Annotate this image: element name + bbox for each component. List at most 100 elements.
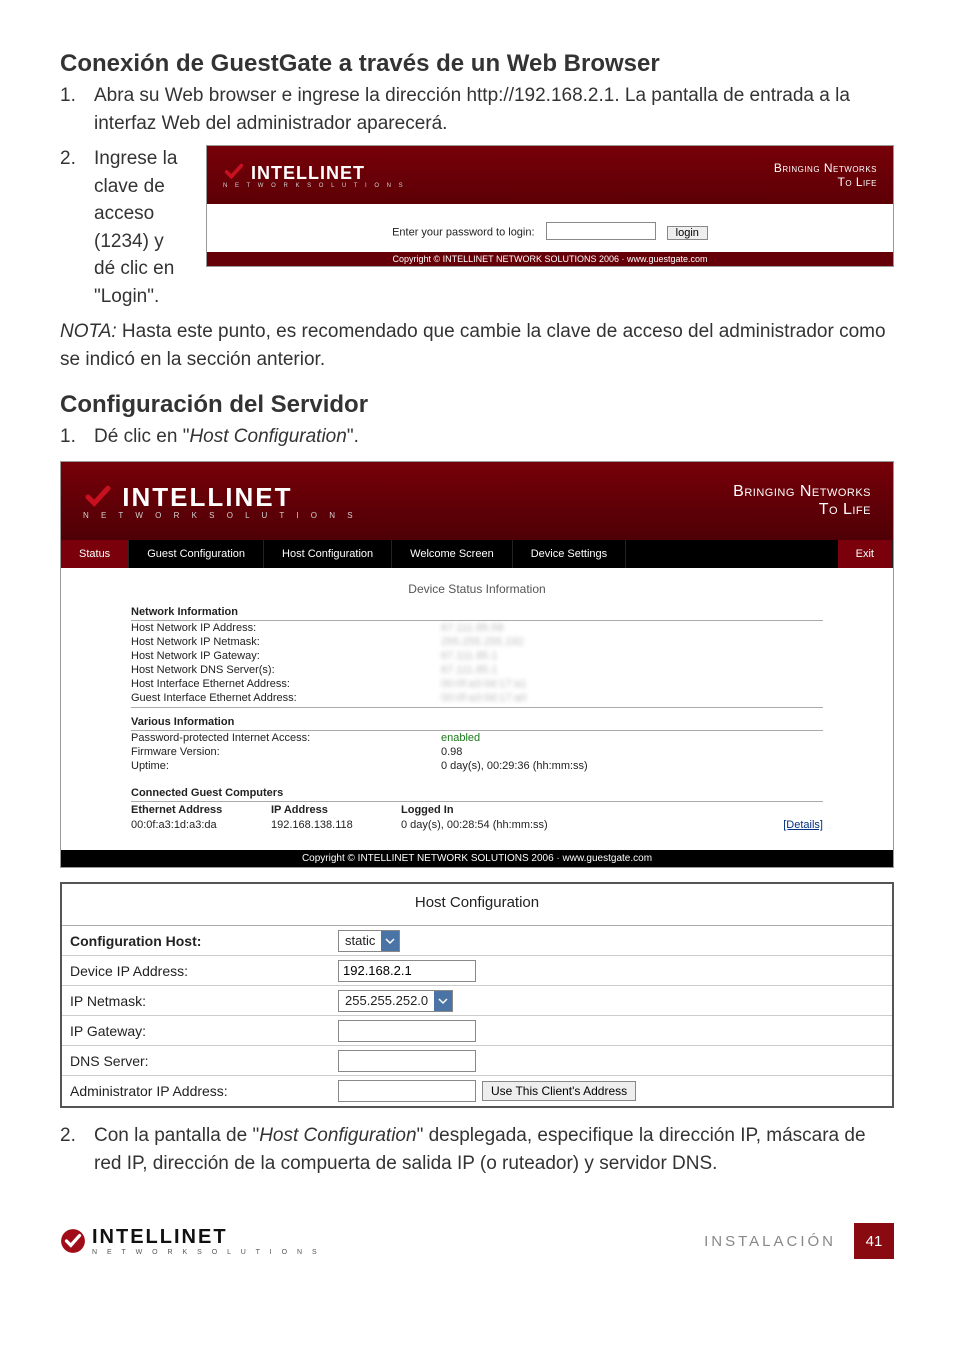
guests-heading: Connected Guest Computers [131, 787, 283, 799]
network-info-heading: Network Information [131, 606, 823, 621]
label-guest-eth: Guest Interface Ethernet Address: [131, 692, 441, 704]
value-host-dns: 67.111.85.1 [441, 664, 823, 676]
svr-step2-italic: Host Configuration [259, 1125, 416, 1146]
footer-logo: INTELLINET N E T W O R K S O L U T I O N… [60, 1226, 321, 1256]
footer-brand-text: INTELLINET [92, 1226, 228, 1248]
step2-number: 2. [60, 145, 94, 173]
step2-text: Ingrese la clave de acceso (1234) y dé c… [94, 145, 188, 310]
value-uptime: 0 day(s), 00:29:36 (hh:mm:ss) [441, 760, 823, 772]
slogan-line1-large: Bringing Networks [733, 483, 871, 500]
copyright-bar-2: Copyright © INTELLINET NETWORK SOLUTIONS… [61, 850, 893, 867]
use-client-address-button[interactable]: Use This Client's Address [482, 1081, 636, 1101]
slogan-line2: To Life [837, 175, 877, 189]
select-ip-netmask-value: 255.255.252.0 [339, 993, 434, 1008]
label-dns-server: DNS Server: [70, 1053, 338, 1069]
panel-title: Device Status Information [131, 582, 823, 596]
guest-eth: 00:0f:a3:1d:a3:da [131, 819, 271, 831]
note-text: Hasta este punto, es recomendado que cam… [60, 321, 886, 370]
select-ip-netmask[interactable]: 255.255.252.0 [338, 990, 453, 1012]
details-link[interactable]: [Details] [783, 819, 823, 831]
brand-subtext: N E T W O R K S O L U T I O N S [223, 183, 406, 189]
tab-guest-config[interactable]: Guest Configuration [129, 540, 264, 568]
server-step1-text: Dé clic en "Host Configuration". [94, 423, 894, 451]
value-host-netmask: 255.255.255.192 [441, 636, 823, 648]
tab-status[interactable]: Status [61, 540, 129, 568]
label-pwd-access: Password-protected Internet Access: [131, 732, 441, 744]
step2-text-span: Ingrese la clave de acceso (1234) y dé c… [94, 148, 177, 307]
checkmark-icon [83, 482, 113, 512]
input-ip-gateway[interactable] [338, 1020, 476, 1042]
note-label: NOTA: [60, 321, 117, 342]
slogan-line1: Bringing Networks [774, 161, 877, 175]
label-host-ip: Host Network IP Address: [131, 622, 441, 634]
svr-step1-a: Dé clic en " [94, 426, 189, 447]
label-device-ip: Device IP Address: [70, 963, 338, 979]
col-logged-in: Logged In [401, 804, 753, 816]
brand-text: INTELLINET [251, 163, 365, 183]
brand-logo: INTELLINET N E T W O R K S O L U T I O N… [223, 161, 406, 189]
login-button[interactable]: login [667, 226, 708, 240]
svr-step1-b: ". [347, 426, 359, 447]
label-config-host: Configuration Host: [70, 933, 338, 949]
input-admin-ip[interactable] [338, 1080, 476, 1102]
footer-section-label: INSTALACIÓN [704, 1233, 836, 1250]
step1-number: 1. [60, 82, 94, 110]
guest-logged: 0 day(s), 00:28:54 (hh:mm:ss) [401, 819, 753, 831]
page-number: 41 [854, 1223, 894, 1259]
value-pwd-access: enabled [441, 732, 823, 744]
select-config-host-value: static [339, 933, 381, 948]
server-step1-number: 1. [60, 423, 94, 451]
label-host-netmask: Host Network IP Netmask: [131, 636, 441, 648]
label-host-eth: Host Interface Ethernet Address: [131, 678, 441, 690]
slogan-line2-large: To Life [819, 501, 871, 518]
brand-slogan: Bringing Networks To Life [774, 161, 877, 189]
input-dns-server[interactable] [338, 1050, 476, 1072]
password-input[interactable] [546, 222, 656, 240]
select-config-host[interactable]: static [338, 930, 400, 952]
input-device-ip[interactable] [338, 960, 476, 982]
value-guest-eth: 00:0f:a3:0d:17:a0 [441, 692, 823, 704]
login-prompt: Enter your password to login: [392, 227, 534, 239]
host-config-title: Host Configuration [62, 884, 892, 926]
label-firmware: Firmware Version: [131, 746, 441, 758]
chevron-down-icon [434, 991, 452, 1011]
checkmark-icon [223, 161, 245, 183]
brand-text-large: INTELLINET [122, 482, 292, 512]
tab-host-config[interactable]: Host Configuration [264, 540, 392, 568]
label-host-dns: Host Network DNS Server(s): [131, 664, 441, 676]
value-host-eth: 00:0f:a3:0d:17:a1 [441, 678, 823, 690]
brand-slogan-large: Bringing Networks To Life [733, 483, 871, 519]
various-info-heading: Various Information [131, 716, 823, 731]
status-screenshot: INTELLINET N E T W O R K S O L U T I O N… [60, 461, 894, 868]
svr-step2-a: Con la pantalla de " [94, 1125, 259, 1146]
login-screenshot: INTELLINET N E T W O R K S O L U T I O N… [206, 145, 894, 267]
brand-logo-large: INTELLINET N E T W O R K S O L U T I O N… [83, 482, 358, 520]
value-host-ip: 67.111.85.58 [441, 622, 823, 634]
label-uptime: Uptime: [131, 760, 441, 772]
server-step2-number: 2. [60, 1122, 94, 1150]
step1-text: Abra su Web browser e ingrese la direcci… [94, 82, 894, 137]
heading-server-config: Configuración del Servidor [60, 391, 894, 419]
label-ip-netmask: IP Netmask: [70, 993, 338, 1009]
svr-step1-italic: Host Configuration [189, 426, 346, 447]
tab-spacer [626, 540, 838, 568]
tab-welcome-screen[interactable]: Welcome Screen [392, 540, 513, 568]
chevron-down-icon [381, 931, 399, 951]
guest-row: 00:0f:a3:1d:a3:da 192.168.138.118 0 day(… [131, 818, 823, 832]
label-admin-ip: Administrator IP Address: [70, 1083, 338, 1099]
label-host-gateway: Host Network IP Gateway: [131, 650, 441, 662]
checkmark-icon [60, 1228, 86, 1254]
tab-exit[interactable]: Exit [838, 540, 893, 568]
brand-subtext-large: N E T W O R K S O L U T I O N S [83, 512, 358, 520]
footer-brand-subtext: N E T W O R K S O L U T I O N S [92, 1249, 321, 1256]
col-eth-addr: Ethernet Address [131, 804, 271, 816]
value-firmware: 0.98 [441, 746, 823, 758]
tab-device-settings[interactable]: Device Settings [513, 540, 626, 568]
server-step2-text: Con la pantalla de "Host Configuration" … [94, 1122, 894, 1177]
label-ip-gateway: IP Gateway: [70, 1023, 338, 1039]
copyright-bar: Copyright © INTELLINET NETWORK SOLUTIONS… [207, 252, 893, 266]
value-host-gateway: 67.111.85.1 [441, 650, 823, 662]
heading-guestgate: Conexión de GuestGate a través de un Web… [60, 50, 894, 78]
guest-ip: 192.168.138.118 [271, 819, 401, 831]
col-ip-addr: IP Address [271, 804, 401, 816]
